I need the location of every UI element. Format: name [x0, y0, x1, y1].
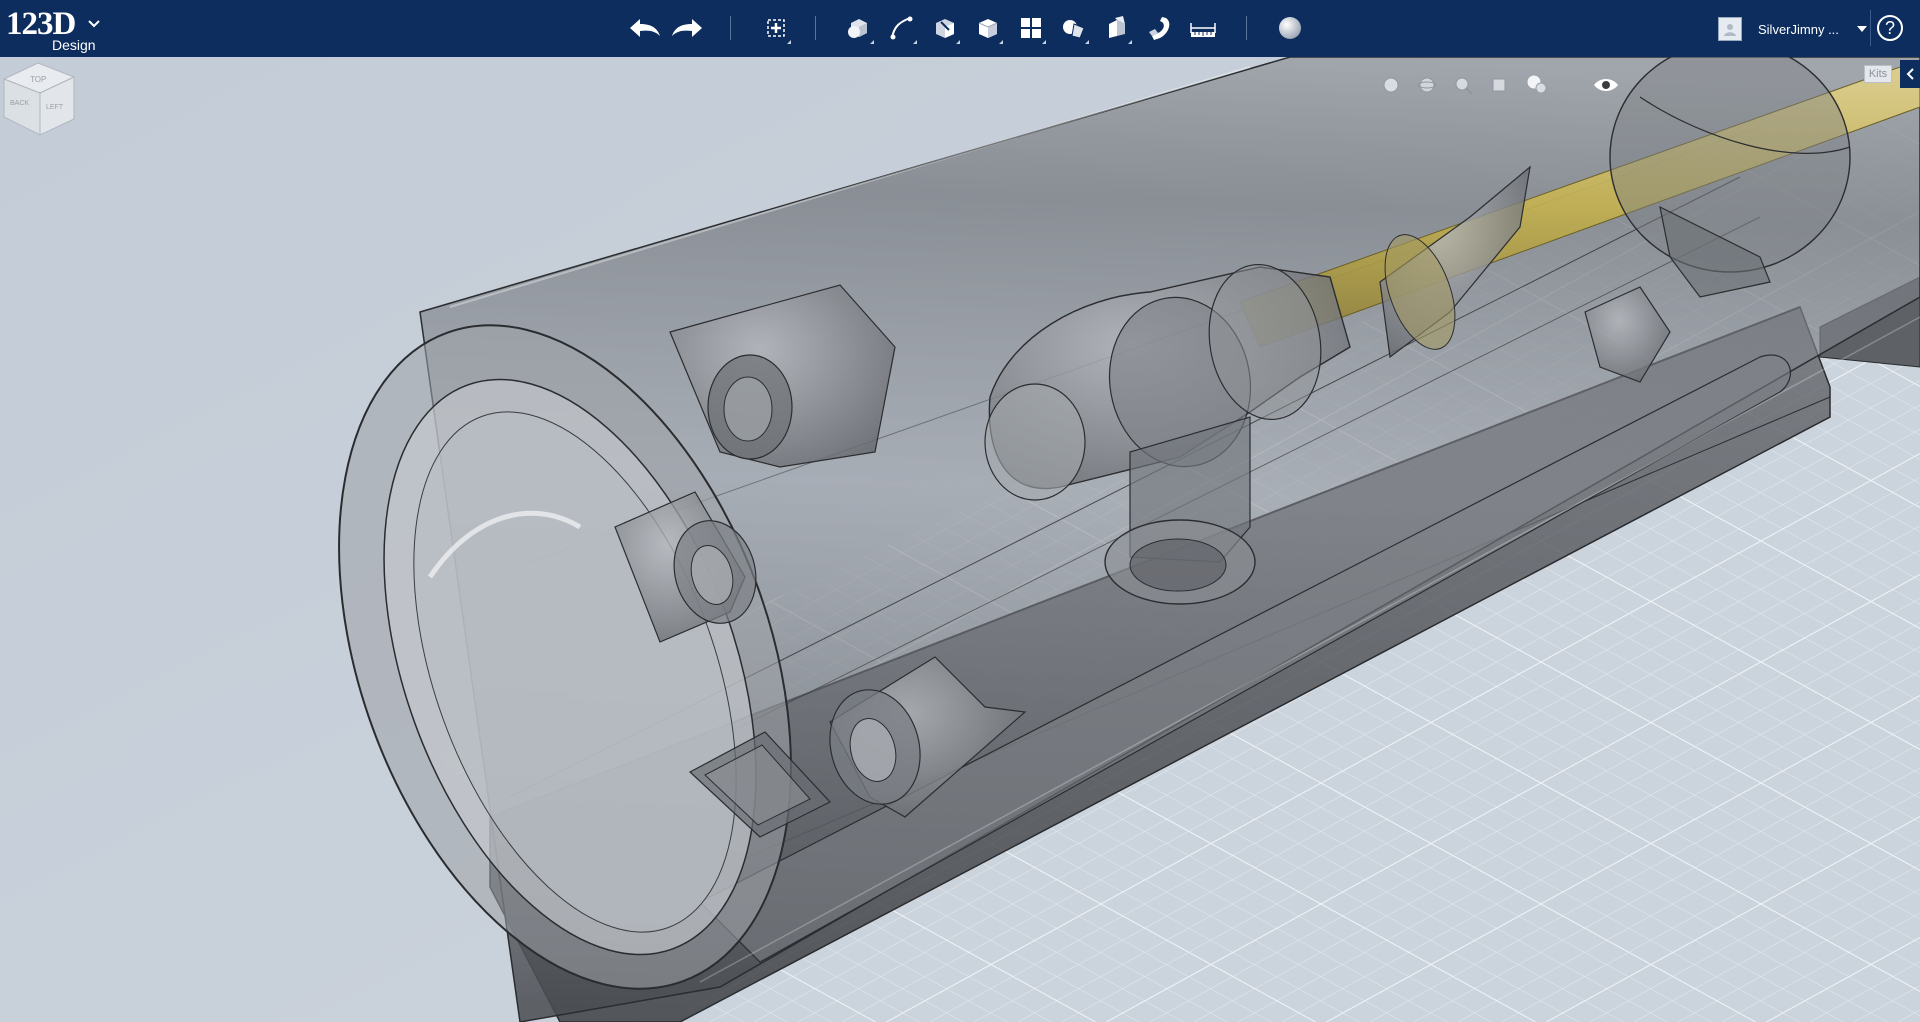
logo-subtext: Design: [52, 37, 96, 53]
undo-arrow-icon: [630, 19, 660, 37]
modify-icon: [978, 19, 998, 38]
side-panel-toggle[interactable]: [1900, 60, 1920, 88]
modify-button[interactable]: [969, 9, 1007, 47]
grouping-button[interactable]: [1055, 9, 1093, 47]
user-account-menu[interactable]: SilverJimny ...: [1718, 14, 1867, 44]
construct-icon: [936, 19, 954, 38]
kits-button[interactable]: Kits: [1864, 65, 1892, 83]
sketch-button[interactable]: [883, 9, 921, 47]
toolbar-separator: [1246, 16, 1247, 40]
pattern-button[interactable]: [1012, 9, 1050, 47]
app-logo-menu[interactable]: 123D Design: [6, 6, 106, 52]
viewcube-face-back[interactable]: BACK: [10, 100, 29, 107]
eye-icon[interactable]: [1592, 74, 1620, 96]
chevron-down-icon: [88, 20, 100, 28]
transform-button[interactable]: [757, 9, 795, 47]
material-button[interactable]: [1271, 9, 1309, 47]
material-sphere-icon: [1279, 17, 1301, 39]
viewcube-face-left[interactable]: LEFT: [46, 104, 64, 111]
transform-icon: [767, 19, 785, 37]
grouping-icon: [1063, 20, 1085, 39]
toolbar-separator: [730, 16, 731, 40]
snap-magnet-icon: [1149, 17, 1170, 40]
construct-button[interactable]: [926, 9, 964, 47]
sketch-icon: [890, 16, 913, 40]
primitives-icon: [848, 19, 867, 38]
scene-canvas: [0, 57, 1920, 1022]
snap-button[interactable]: [1141, 9, 1179, 47]
viewcube-face-top[interactable]: TOP: [30, 75, 46, 84]
orbit-icon[interactable]: [1416, 74, 1438, 96]
views-icon[interactable]: [1524, 72, 1550, 98]
zoom-icon[interactable]: [1452, 74, 1474, 96]
redo-button[interactable]: [668, 9, 706, 47]
pattern-icon: [1021, 18, 1041, 38]
avatar: [1718, 17, 1742, 41]
pan-icon[interactable]: [1380, 74, 1402, 96]
combine-button[interactable]: [1098, 9, 1136, 47]
view-cube[interactable]: TOP BACK LEFT: [0, 57, 78, 139]
fit-icon[interactable]: [1488, 74, 1510, 96]
undo-button[interactable]: [626, 9, 664, 47]
caret-down-icon: [1856, 26, 1867, 32]
measure-button[interactable]: [1184, 9, 1222, 47]
toolbar-separator: [1870, 10, 1871, 46]
measure-ruler-icon: [1190, 23, 1216, 37]
user-silhouette-icon: [1724, 24, 1736, 36]
top-toolbar: 123D Design SilverJimny ... ?: [0, 0, 1920, 57]
primitives-button[interactable]: [840, 9, 878, 47]
user-name: SilverJimny ...: [1758, 21, 1839, 37]
3d-viewport[interactable]: TOP BACK LEFT: [0, 57, 1920, 1022]
help-button[interactable]: ?: [1877, 15, 1903, 41]
combine-icon: [1109, 16, 1125, 38]
toolbar-separator: [815, 16, 816, 40]
redo-arrow-icon: [672, 19, 702, 37]
chevron-left-icon: [1906, 68, 1914, 80]
